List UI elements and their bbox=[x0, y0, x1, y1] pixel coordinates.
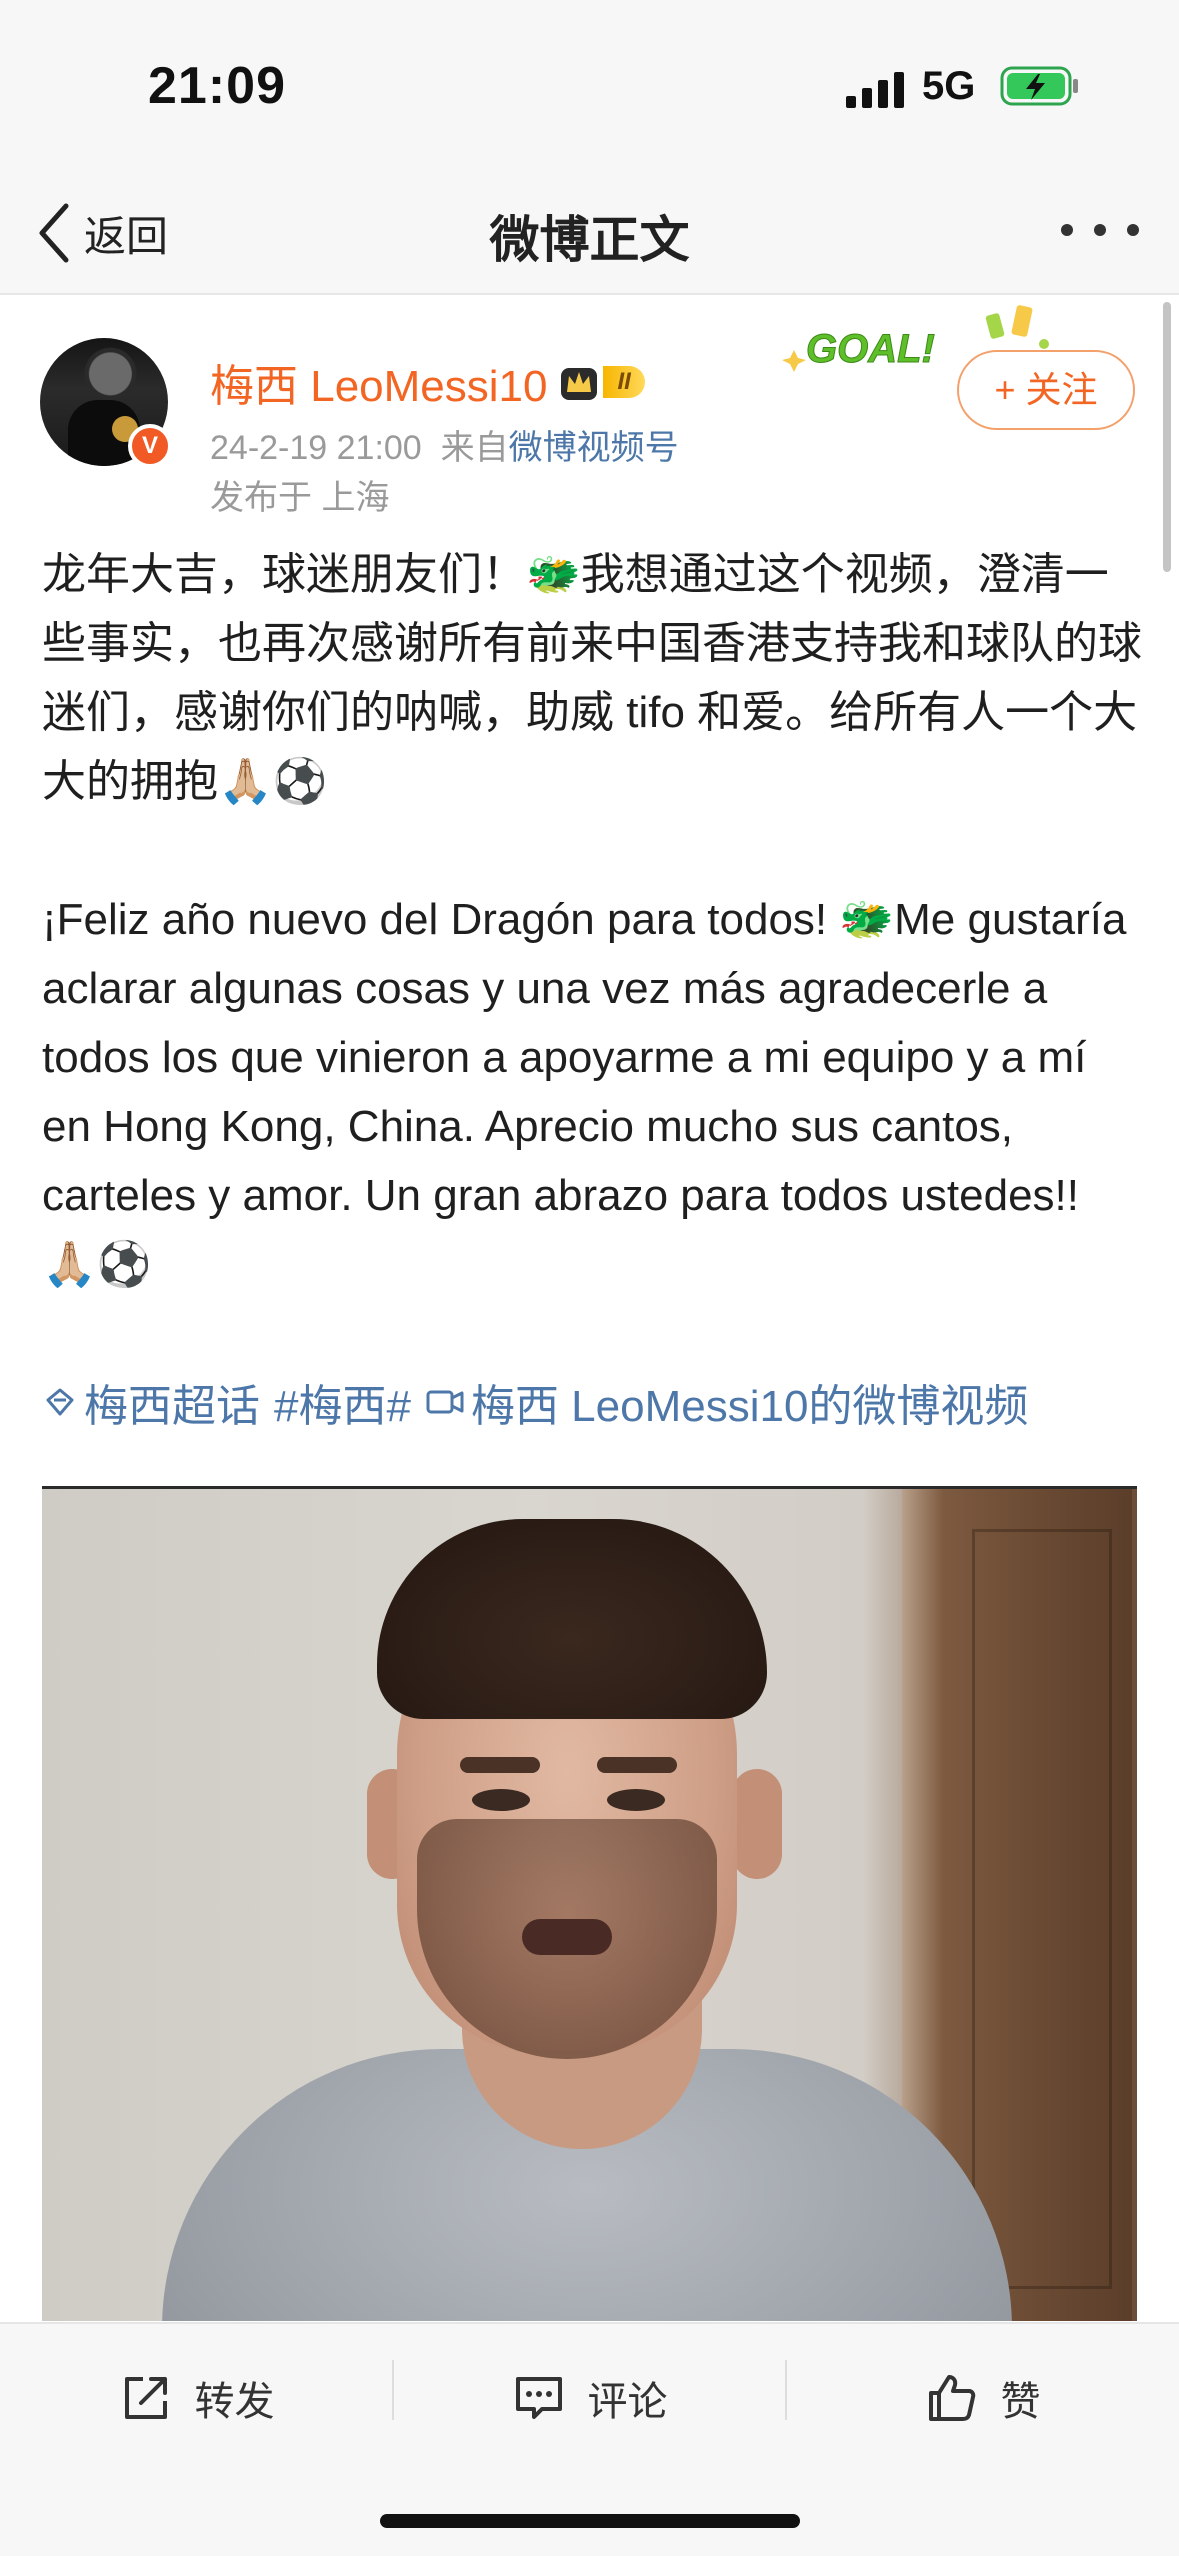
status-bar: 21:09 5G bbox=[0, 0, 1179, 170]
follow-button[interactable]: + 关注 bbox=[957, 350, 1135, 430]
tag-label[interactable]: 梅西超话 bbox=[84, 1370, 260, 1434]
vip-level: II bbox=[603, 366, 645, 398]
battery-charging-icon bbox=[1000, 66, 1078, 106]
page-title: 微博正文 bbox=[489, 212, 690, 268]
home-indicator[interactable] bbox=[380, 2514, 800, 2528]
vip-badge[interactable]: II bbox=[559, 360, 645, 404]
post-paragraph-es: ¡Feliz año nuevo del Dragón para todos! … bbox=[42, 895, 1127, 1289]
comment-button[interactable]: 评论 bbox=[393, 2358, 786, 2438]
verified-badge-icon: V bbox=[128, 424, 172, 468]
status-time: 21:09 bbox=[148, 57, 286, 115]
comment-label: 评论 bbox=[587, 2380, 668, 2424]
thumbs-up-icon bbox=[928, 2375, 975, 2421]
source-prefix: 来自 bbox=[440, 429, 509, 467]
tag-label[interactable]: 梅西 LeoMessi10的微博视频 bbox=[471, 1370, 1028, 1434]
video-player[interactable] bbox=[42, 1486, 1137, 2321]
post-meta: 24-2-19 21:00 来自微博视频号 bbox=[210, 420, 679, 469]
tag-label[interactable]: #梅西# bbox=[274, 1370, 411, 1434]
post-date: 24-2-19 21:00 bbox=[210, 429, 422, 467]
action-bar: 转发 评论 赞 bbox=[0, 2322, 1179, 2556]
post-source-link[interactable]: 微博视频号 bbox=[509, 429, 679, 467]
like-button[interactable]: 赞 bbox=[786, 2358, 1179, 2438]
scrollbar-thumb[interactable] bbox=[1163, 302, 1171, 572]
tag-hashtag[interactable]: #梅西# bbox=[274, 1370, 411, 1434]
tag-video-link[interactable]: 梅西 LeoMessi10的微博视频 bbox=[425, 1370, 1028, 1434]
repost-icon bbox=[124, 2377, 167, 2419]
crown-icon bbox=[561, 368, 598, 400]
repost-label: 转发 bbox=[194, 2380, 275, 2424]
signal-icon bbox=[846, 72, 904, 108]
post-paragraph-cn: 龙年大吉，球迷朋友们！🐲我想通过这个视频，澄清一些事实，也再次感谢所有前来中国香… bbox=[42, 550, 1142, 806]
author-name[interactable]: 梅西 LeoMessi10 bbox=[210, 350, 547, 414]
network-type: 5G bbox=[922, 64, 976, 108]
more-icon[interactable] bbox=[1061, 210, 1139, 250]
comment-icon bbox=[515, 2377, 562, 2419]
post-content: 龙年大吉，球迷朋友们！🐲我想通过这个视频，澄清一些事实，也再次感谢所有前来中国香… bbox=[42, 540, 1142, 1368]
super-topic-icon bbox=[46, 1388, 74, 1416]
nav-bar: 返回 微博正文 bbox=[0, 170, 1179, 295]
post-location: 发布于 上海 bbox=[210, 479, 390, 517]
repost-button[interactable]: 转发 bbox=[0, 2358, 393, 2438]
video-icon bbox=[426, 1390, 464, 1414]
like-label: 赞 bbox=[1000, 2380, 1041, 2424]
tag-super-topic[interactable]: 梅西超话 bbox=[42, 1370, 260, 1434]
post-tags: 梅西超话 #梅西# 梅西 LeoMessi10的微博视频 bbox=[42, 1370, 1042, 1434]
author-name-row[interactable]: 梅西 LeoMessi10 II bbox=[210, 350, 645, 414]
goal-text: GOAL! bbox=[806, 327, 935, 371]
